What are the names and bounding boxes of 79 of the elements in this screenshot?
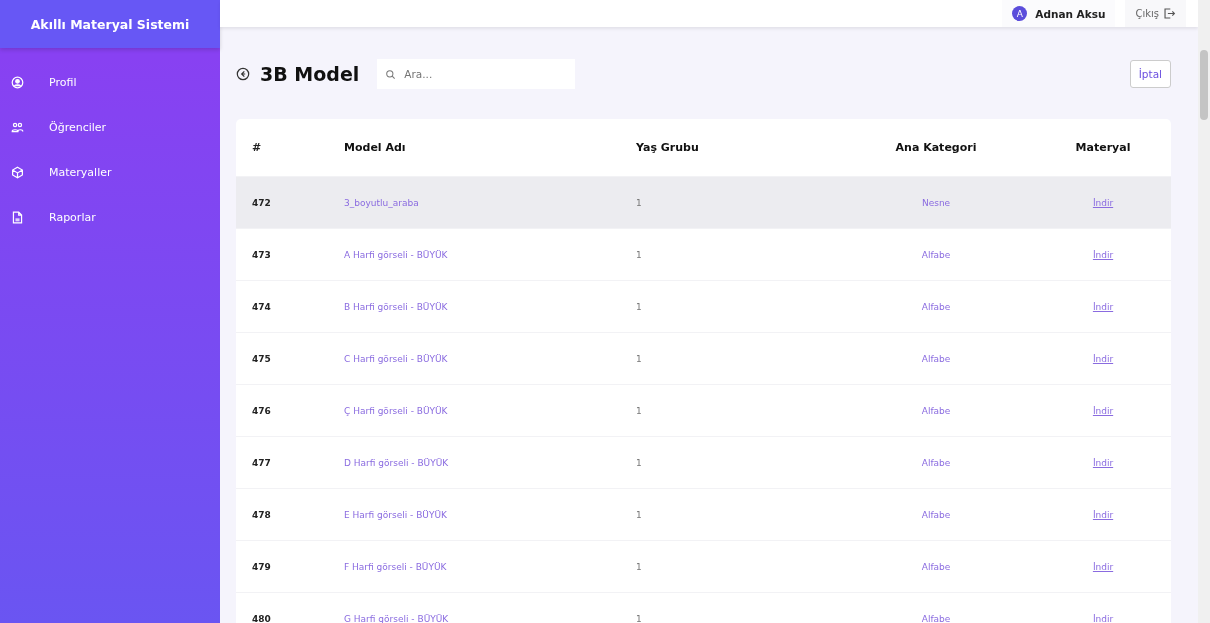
table-cell: C Harfi görseli - BÜYÜK bbox=[343, 332, 635, 385]
table-cell: D Harfi görseli - BÜYÜK bbox=[343, 436, 635, 489]
users-icon bbox=[11, 121, 24, 134]
table-row[interactable]: 474 B Harfi görseli - BÜYÜK 1 Alfabe İndir bbox=[236, 280, 1171, 333]
table-row[interactable]: 472 3_boyutlu_araba 1 Nesne İndir bbox=[236, 176, 1171, 229]
sidebar-item[interactable]: Materyaller bbox=[0, 150, 220, 195]
search-field[interactable]: Ara... bbox=[377, 59, 576, 89]
column-header: Ana Kategori bbox=[837, 119, 1036, 177]
table-cell: G Harfi görseli - BÜYÜK bbox=[343, 592, 635, 623]
cube-icon bbox=[11, 166, 24, 179]
sidebar-item[interactable]: Profil bbox=[0, 60, 220, 105]
table-cell: Alfabe bbox=[837, 488, 1036, 541]
document-icon bbox=[11, 211, 24, 224]
download-link[interactable]: İndir bbox=[1092, 561, 1114, 572]
user-name: Adnan Aksu bbox=[1035, 7, 1106, 20]
table-row[interactable]: 479 F Harfi görseli - BÜYÜK 1 Alfabe İndir bbox=[236, 540, 1171, 593]
sidebar-item[interactable]: Öğrenciler bbox=[0, 105, 220, 150]
table-cell: Alfabe bbox=[837, 228, 1036, 281]
avatar: A bbox=[1012, 6, 1028, 21]
column-header: Yaş Grubu bbox=[635, 119, 837, 177]
table-cell: 475 bbox=[236, 332, 343, 385]
sidebar-item[interactable]: Raporlar bbox=[0, 195, 220, 240]
download-link[interactable]: İndir bbox=[1092, 457, 1114, 468]
user-circle-icon bbox=[11, 76, 24, 89]
table-cell: 1 bbox=[635, 436, 837, 489]
table-cell: 479 bbox=[236, 540, 343, 593]
table-cell: 476 bbox=[236, 384, 343, 437]
table-cell: Alfabe bbox=[837, 540, 1036, 593]
download-link[interactable]: İndir bbox=[1092, 613, 1114, 623]
table-row[interactable]: 480 G Harfi görseli - BÜYÜK 1 Alfabe İndir bbox=[236, 592, 1171, 623]
download-link[interactable]: İndir bbox=[1092, 249, 1114, 260]
table-row[interactable]: 476 Ç Harfi görseli - BÜYÜK 1 Alfabe İndir bbox=[236, 384, 1171, 437]
table-cell: Alfabe bbox=[837, 592, 1036, 623]
table-cell: E Harfi görseli - BÜYÜK bbox=[343, 488, 635, 541]
user-menu[interactable]: A Adnan Aksu bbox=[1002, 0, 1116, 27]
table-cell: Nesne bbox=[837, 176, 1036, 229]
table-cell: 480 bbox=[236, 592, 343, 623]
table-cell: 1 bbox=[635, 332, 837, 385]
table-cell: 1 bbox=[635, 592, 837, 623]
table-row[interactable]: 478 E Harfi görseli - BÜYÜK 1 Alfabe İndir bbox=[236, 488, 1171, 541]
table-row[interactable]: 477 D Harfi görseli - BÜYÜK 1 Alfabe İndir bbox=[236, 436, 1171, 489]
download-link[interactable]: İndir bbox=[1092, 353, 1114, 364]
back-icon[interactable] bbox=[236, 67, 250, 81]
download-link[interactable]: İndir bbox=[1092, 509, 1114, 520]
cancel-button[interactable]: İptal bbox=[1129, 60, 1171, 88]
table-cell: 1 bbox=[635, 228, 837, 281]
table-row[interactable]: 475 C Harfi görseli - BÜYÜK 1 Alfabe İndir bbox=[236, 332, 1171, 385]
table-cell: Alfabe bbox=[837, 436, 1036, 489]
table-cell: 474 bbox=[236, 280, 343, 333]
table-cell: B Harfi görseli - BÜYÜK bbox=[343, 280, 635, 333]
column-header: # bbox=[236, 119, 343, 177]
search-icon bbox=[385, 69, 397, 80]
download-link[interactable]: İndir bbox=[1092, 301, 1114, 312]
table-cell: Alfabe bbox=[837, 384, 1036, 437]
table-row[interactable]: 473 A Harfi görseli - BÜYÜK 1 Alfabe İndir bbox=[236, 228, 1171, 281]
table-cell: 3_boyutlu_araba bbox=[343, 176, 635, 229]
column-header: Materyal bbox=[1035, 119, 1171, 177]
table-cell: Alfabe bbox=[837, 332, 1036, 385]
table-cell: A Harfi görseli - BÜYÜK bbox=[343, 228, 635, 281]
table-cell: 478 bbox=[236, 488, 343, 541]
logout-button[interactable]: Çıkış bbox=[1125, 0, 1186, 27]
page-title: 3B Model bbox=[260, 63, 360, 85]
table-cell: Alfabe bbox=[837, 280, 1036, 333]
table-cell: 1 bbox=[635, 280, 837, 333]
table-cell: 1 bbox=[635, 176, 837, 229]
table-cell: 1 bbox=[635, 540, 837, 593]
app-title: Akıllı Materyal Sistemi bbox=[0, 0, 220, 48]
table-cell: F Harfi görseli - BÜYÜK bbox=[343, 540, 635, 593]
table-cell: 472 bbox=[236, 176, 343, 229]
table-cell: 1 bbox=[635, 488, 837, 541]
table-cell: 473 bbox=[236, 228, 343, 281]
table-cell: 1 bbox=[635, 384, 837, 437]
logout-icon bbox=[1163, 7, 1176, 20]
table-cell: Ç Harfi görseli - BÜYÜK bbox=[343, 384, 635, 437]
column-header: Model Adı bbox=[343, 119, 635, 177]
table-cell: 477 bbox=[236, 436, 343, 489]
scrollbar[interactable] bbox=[1198, 0, 1210, 623]
download-link[interactable]: İndir bbox=[1092, 197, 1114, 208]
download-link[interactable]: İndir bbox=[1092, 405, 1114, 416]
